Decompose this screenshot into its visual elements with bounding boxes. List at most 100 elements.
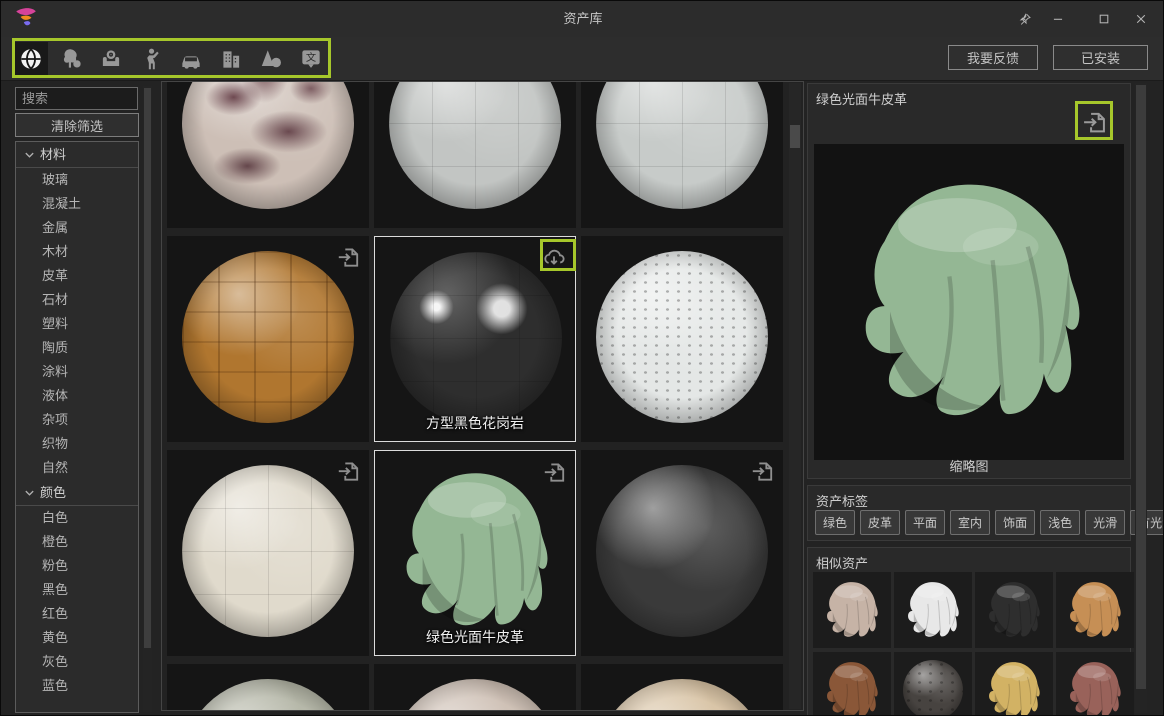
similar-asset-thumb[interactable] <box>975 652 1053 716</box>
category-furniture-icon[interactable] <box>94 42 128 76</box>
similar-asset-thumb[interactable] <box>894 572 972 648</box>
filter-item[interactable]: 玻璃 <box>16 168 138 192</box>
clear-filter-button[interactable]: 清除筛选 <box>15 113 139 137</box>
detail-scrollbar[interactable] <box>1135 83 1147 713</box>
import-icon[interactable] <box>749 458 775 484</box>
chevron-down-icon <box>24 151 35 159</box>
filter-item[interactable]: 橙色 <box>16 530 138 554</box>
section-header-colors[interactable]: 颜色 <box>16 480 138 506</box>
filter-item[interactable]: 灰色 <box>16 650 138 674</box>
close-icon[interactable] <box>1127 7 1155 31</box>
filter-item[interactable]: 皮革 <box>16 264 138 288</box>
material-drape <box>386 459 566 637</box>
asset-tile-speckled[interactable] <box>581 81 783 228</box>
asset-detail-panel: 绿色光面牛皮革 缩略图 <box>807 83 1131 479</box>
category-materials-icon[interactable] <box>14 42 48 76</box>
category-characters-icon[interactable] <box>134 42 168 76</box>
filter-item[interactable]: 黑色 <box>16 578 138 602</box>
filter-item[interactable]: 自然 <box>16 456 138 480</box>
tag-chip[interactable]: 室内 <box>950 510 990 535</box>
similar-asset-thumb[interactable] <box>1056 572 1134 648</box>
asset-tile-sage[interactable] <box>167 664 369 711</box>
grid-scrollbar[interactable] <box>789 83 801 709</box>
asset-tile-marble[interactable] <box>167 81 369 228</box>
tag-chip[interactable]: 浅色 <box>1040 510 1080 535</box>
asset-tags-panel: 资产标签 绿色皮革平面室内饰面浅色光滑有光泽 <box>807 485 1131 541</box>
grid-scrollbar-thumb[interactable] <box>790 125 800 148</box>
pin-icon[interactable] <box>1011 7 1039 31</box>
import-icon[interactable] <box>1080 108 1108 136</box>
detail-scrollbar-thumb[interactable] <box>1136 85 1146 689</box>
import-icon[interactable] <box>335 244 361 270</box>
sidebar-scrollbar[interactable] <box>143 86 152 712</box>
material-sphere <box>182 81 354 209</box>
similar-asset-thumb[interactable] <box>975 572 1053 648</box>
similar-asset-thumb[interactable] <box>813 652 891 716</box>
maximize-icon[interactable] <box>1090 7 1118 31</box>
filter-item[interactable]: 石材 <box>16 288 138 312</box>
category-decals-icon[interactable]: 文 <box>294 42 328 76</box>
tag-chip[interactable]: 平面 <box>905 510 945 535</box>
cloud-download-icon[interactable] <box>541 245 567 271</box>
asset-tile-tan[interactable] <box>581 664 783 711</box>
similar-assets-panel: 相似资产 <box>807 547 1131 716</box>
material-sphere <box>596 251 768 423</box>
category-vegetation-icon[interactable] <box>54 42 88 76</box>
material-sphere <box>182 465 354 637</box>
search-input[interactable] <box>15 87 138 110</box>
window-title: 资产库 <box>1 1 1164 37</box>
material-drape <box>982 657 1046 716</box>
asset-tile-perforated[interactable] <box>581 236 783 442</box>
material-sphere <box>596 465 768 637</box>
similar-asset-thumb[interactable] <box>813 572 891 648</box>
category-vehicles-icon[interactable] <box>174 42 208 76</box>
filter-item[interactable]: 织物 <box>16 432 138 456</box>
asset-tile-dark-matte[interactable] <box>581 450 783 656</box>
sidebar-scrollbar-thumb[interactable] <box>144 88 151 648</box>
filter-item[interactable]: 黄色 <box>16 626 138 650</box>
similar-asset-thumb[interactable] <box>894 652 972 716</box>
filter-item[interactable]: 金属 <box>16 216 138 240</box>
svg-text:文: 文 <box>306 51 316 64</box>
tag-chip[interactable]: 饰面 <box>995 510 1035 535</box>
tag-chip[interactable]: 光滑 <box>1085 510 1125 535</box>
filter-item[interactable]: 塑料 <box>16 312 138 336</box>
minimize-icon[interactable] <box>1044 7 1072 31</box>
filter-item[interactable]: 杂项 <box>16 408 138 432</box>
category-primitives-icon[interactable] <box>254 42 288 76</box>
filter-item[interactable]: 蓝色 <box>16 674 138 698</box>
filter-item[interactable]: 白色 <box>16 506 138 530</box>
material-sphere <box>182 251 354 423</box>
asset-tile-black-granite[interactable]: 方型黑色花岗岩 <box>374 236 576 442</box>
material-drape <box>982 577 1046 641</box>
filter-item[interactable]: 粉色 <box>16 554 138 578</box>
import-icon[interactable] <box>335 458 361 484</box>
category-buildings-icon[interactable] <box>214 42 248 76</box>
asset-tile-green-leather[interactable]: 绿色光面牛皮革 <box>374 450 576 656</box>
filter-item[interactable]: 混凝土 <box>16 192 138 216</box>
asset-tile-pink-beige[interactable] <box>374 664 576 711</box>
filter-item[interactable]: 红色 <box>16 602 138 626</box>
asset-tile-cream[interactable] <box>167 450 369 656</box>
similar-asset-thumb[interactable] <box>1056 652 1134 716</box>
material-drape <box>820 577 884 641</box>
asset-grid: 方型黑色花岗岩 绿色光面牛皮革 <box>161 81 804 711</box>
asset-tile-gray-tile[interactable] <box>374 81 576 228</box>
feedback-button[interactable]: 我要反馈 <box>948 45 1038 70</box>
asset-tile-label: 绿色光面牛皮革 <box>375 627 575 647</box>
chevron-down-icon <box>24 489 35 497</box>
installed-button[interactable]: 已安装 <box>1053 45 1148 70</box>
filter-item[interactable]: 液体 <box>16 384 138 408</box>
material-sphere <box>596 81 768 209</box>
section-header-materials[interactable]: 材料 <box>16 142 138 168</box>
filter-item[interactable]: 涂料 <box>16 360 138 384</box>
material-drape <box>836 158 1106 438</box>
tag-chip[interactable]: 皮革 <box>860 510 900 535</box>
filter-item[interactable]: 木材 <box>16 240 138 264</box>
tag-chip[interactable]: 绿色 <box>815 510 855 535</box>
filter-item[interactable]: 陶质 <box>16 336 138 360</box>
asset-tile-wood-parquet[interactable] <box>167 236 369 442</box>
category-toolbar: 文 我要反馈 已安装 <box>1 37 1164 81</box>
material-sphere <box>389 81 561 209</box>
import-icon[interactable] <box>541 459 567 485</box>
